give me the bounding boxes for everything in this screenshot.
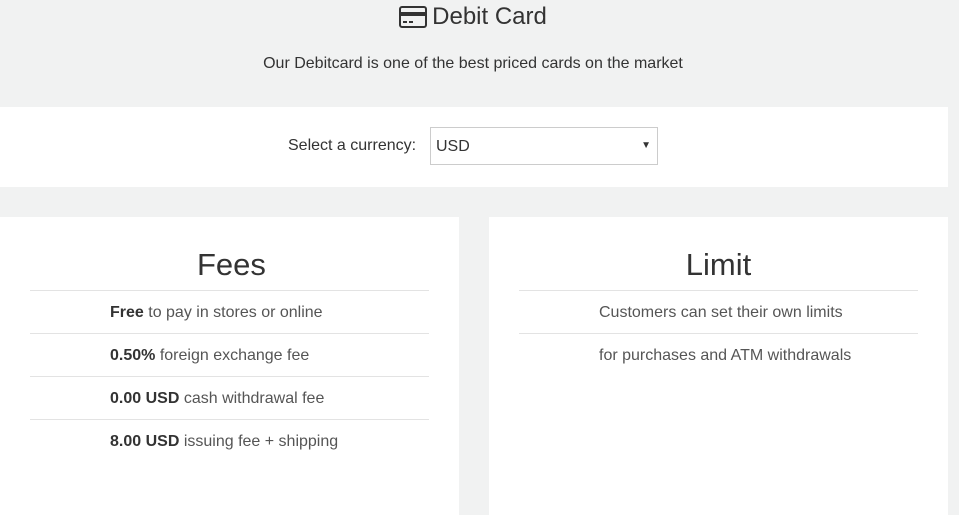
divider <box>519 333 918 334</box>
divider <box>30 419 429 420</box>
divider <box>519 290 918 291</box>
limit-item: for purchases and ATM withdrawals <box>599 347 852 364</box>
page-header: Debit Card Our Debitcard is one of the b… <box>0 0 959 107</box>
fees-panel: Fees Free to pay in stores or online 0.5… <box>0 217 459 515</box>
currency-select[interactable]: USD ▼ <box>430 127 658 165</box>
limit-title: Limit <box>685 247 752 282</box>
fee-item-text: issuing fee + shipping <box>179 433 339 450</box>
fee-item: 0.50% foreign exchange fee <box>110 347 309 365</box>
fees-title: Fees <box>197 247 266 282</box>
limit-item: Customers can set their own limits <box>599 304 843 321</box>
page-title: Debit Card <box>0 3 946 31</box>
fee-item-value: 0.50% <box>110 347 156 364</box>
page-title-text: Debit Card <box>432 3 547 30</box>
fee-item-text: cash withdrawal fee <box>179 390 325 407</box>
fee-item: Free to pay in stores or online <box>110 304 323 322</box>
fee-item-value: Free <box>110 304 144 321</box>
chevron-down-icon: ▼ <box>641 140 651 151</box>
limit-panel: Limit Customers can set their own limits… <box>489 217 948 515</box>
currency-selector-bar: Select a currency: USD ▼ <box>0 107 948 187</box>
divider <box>30 376 429 377</box>
fee-item: 0.00 USD cash withdrawal fee <box>110 390 324 408</box>
fee-item: 8.00 USD issuing fee + shipping <box>110 433 338 451</box>
page-subtitle: Our Debitcard is one of the best priced … <box>263 55 683 72</box>
divider <box>30 290 429 291</box>
currency-label: Select a currency: <box>288 137 417 154</box>
divider <box>30 333 429 334</box>
fee-item-text: foreign exchange fee <box>155 347 310 364</box>
fee-item-text: to pay in stores or online <box>143 304 323 321</box>
currency-select-value: USD <box>436 138 470 155</box>
fee-item-value: 0.00 USD <box>110 390 180 407</box>
fee-item-value: 8.00 USD <box>110 433 180 450</box>
credit-card-icon <box>399 6 428 28</box>
